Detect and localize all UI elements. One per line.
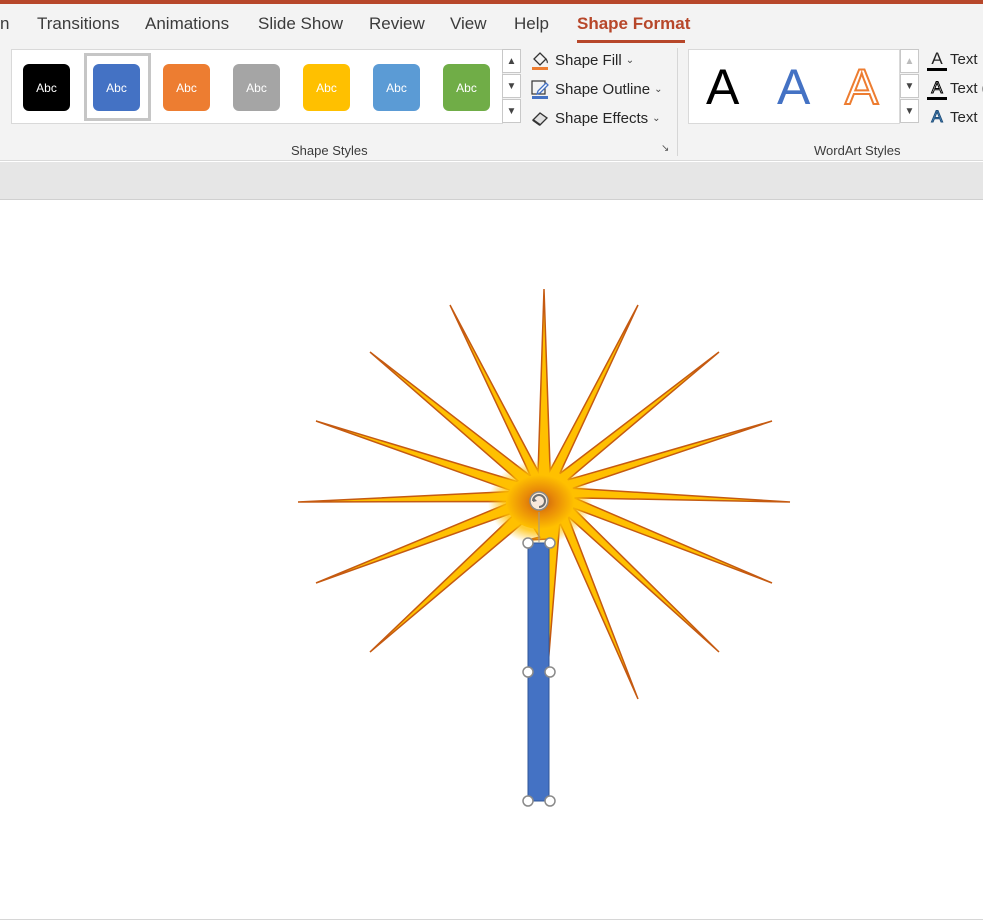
shape-effects-button[interactable]: Shape Effects ⌄ <box>530 106 661 130</box>
wordart-style-orange-outline[interactable]: A <box>844 61 879 113</box>
scroll-down-icon[interactable]: ▼ <box>900 74 919 98</box>
wordart-scroll: ▲ ▼ ▼ <box>900 49 919 124</box>
scroll-up-icon[interactable]: ▲ <box>900 49 919 73</box>
text-effects-icon: A <box>931 107 943 127</box>
wordart-style-blue[interactable]: A <box>777 62 810 112</box>
text-fill-icon: A <box>927 49 947 71</box>
shape-fill-label: Shape Fill <box>555 51 622 69</box>
wordart-style-black[interactable]: A <box>706 62 739 112</box>
shape-effects-label: Shape Effects <box>555 109 649 127</box>
shape-style-black[interactable]: Abc <box>23 64 70 111</box>
text-fill-button[interactable]: A Text <box>927 47 978 71</box>
gallery-more-icon[interactable]: ▼ <box>502 99 521 123</box>
text-effects-button[interactable]: A Text <box>927 105 978 129</box>
tab-view[interactable]: View <box>450 14 487 34</box>
ribbon-tab-bar: n Transitions Animations Slide Show Revi… <box>0 4 983 44</box>
tab-transitions[interactable]: Transitions <box>37 14 120 34</box>
shape-style-blue[interactable]: Abc <box>93 64 140 111</box>
active-tab-underline <box>577 40 685 43</box>
chevron-down-icon: ⌄ <box>625 54 635 66</box>
text-outline-label: Text ( <box>950 79 983 97</box>
shape-styles-gallery: Abc Abc Abc Abc Abc Abc Abc <box>11 49 503 124</box>
group-divider <box>677 48 678 156</box>
shape-effects-icon <box>531 112 549 126</box>
wordart-gallery: A A A <box>688 49 900 124</box>
text-outline-button[interactable]: A Text ( <box>927 76 983 100</box>
shape-styles-group-label: Shape Styles <box>291 143 368 158</box>
scroll-up-icon[interactable]: ▲ <box>502 49 521 73</box>
slide-canvas[interactable] <box>0 200 983 922</box>
text-fill-label: Text <box>950 50 978 68</box>
gallery-more-icon[interactable]: ▼ <box>900 99 919 123</box>
slide-pane-strip <box>0 162 983 200</box>
text-effects-label: Text <box>950 108 978 126</box>
tab-shape-format[interactable]: Shape Format <box>577 14 690 34</box>
pencil-outline-icon <box>531 80 549 99</box>
shape-styles-scroll: ▲ ▼ ▼ <box>502 49 521 124</box>
tab-help[interactable]: Help <box>514 14 549 34</box>
paint-bucket-icon <box>532 52 548 70</box>
tab-slide-show[interactable]: Slide Show <box>258 14 343 34</box>
shape-style-light-blue[interactable]: Abc <box>373 64 420 111</box>
shape-fill-button[interactable]: Shape Fill ⌄ <box>530 48 634 72</box>
shape-style-gold[interactable]: Abc <box>303 64 350 111</box>
tab-review[interactable]: Review <box>369 14 425 34</box>
slide-drawing <box>297 288 791 807</box>
tab-animations[interactable]: Animations <box>145 14 229 34</box>
text-outline-icon: A <box>927 78 947 100</box>
wordart-group-label: WordArt Styles <box>814 143 901 158</box>
shape-outline-button[interactable]: Shape Outline ⌄ <box>530 77 662 101</box>
shape-style-gray[interactable]: Abc <box>233 64 280 111</box>
chevron-down-icon: ⌄ <box>654 83 663 95</box>
scroll-down-icon[interactable]: ▼ <box>502 74 521 98</box>
dialog-launcher-icon[interactable]: ↘ <box>661 143 673 155</box>
ribbon-panel: Abc Abc Abc Abc Abc Abc Abc ▲ ▼ ▼ Shape … <box>0 44 983 161</box>
shape-style-orange[interactable]: Abc <box>163 64 210 111</box>
shape-outline-label: Shape Outline <box>555 80 651 98</box>
shape-style-green[interactable]: Abc <box>443 64 490 111</box>
tab-design-partial[interactable]: n <box>0 14 9 34</box>
slide-bottom-border <box>0 919 983 920</box>
chevron-down-icon: ⌄ <box>652 112 661 124</box>
